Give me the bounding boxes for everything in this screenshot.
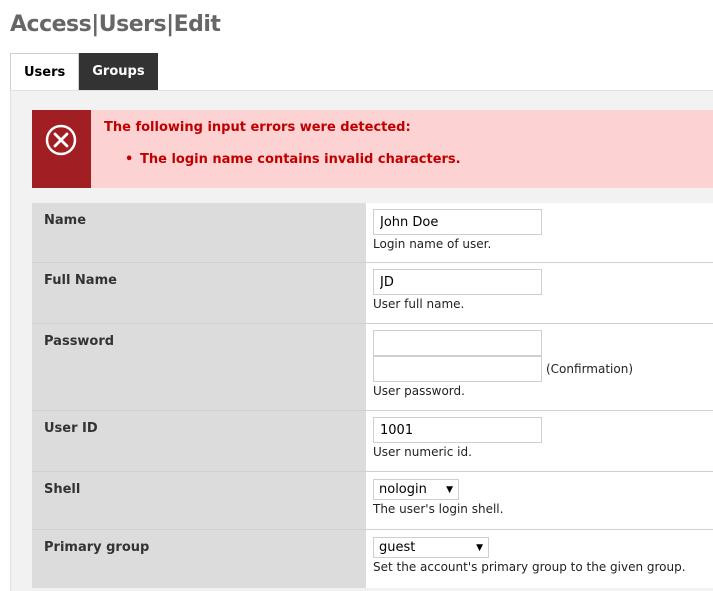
confirmation-label: (Confirmation) xyxy=(546,362,633,376)
page-title: Access|Users|Edit xyxy=(10,12,221,37)
shell-select[interactable]: nologin ▼ xyxy=(373,479,459,500)
shell-field-cell: nologin ▼ The user's login shell. xyxy=(366,472,713,529)
error-icon-container xyxy=(32,110,91,188)
full-name-hint: User full name. xyxy=(373,297,465,311)
full-name-field-cell: User full name. xyxy=(366,263,713,323)
primary-group-field-cell: guest ▼ Set the account's primary group … xyxy=(366,530,713,588)
name-hint: Login name of user. xyxy=(373,237,492,251)
shell-selected-value: nologin xyxy=(379,482,427,497)
user-form: Name Login name of user. Full Name User … xyxy=(32,203,713,588)
full-name-label: Full Name xyxy=(32,263,366,323)
user-id-input[interactable] xyxy=(373,417,542,443)
name-input[interactable] xyxy=(373,209,542,235)
password-label: Password xyxy=(32,324,366,410)
error-title: The following input errors were detected… xyxy=(104,120,411,135)
shell-hint: The user's login shell. xyxy=(373,502,504,516)
error-list: The login name contains invalid characte… xyxy=(125,152,461,167)
primary-group-hint: Set the account's primary group to the g… xyxy=(373,560,686,574)
password-confirm-row: (Confirmation) xyxy=(373,356,706,382)
user-id-field-cell: User numeric id. xyxy=(366,411,713,471)
tab-groups[interactable]: Groups xyxy=(79,53,158,90)
form-row-password: Password (Confirmation) User password. xyxy=(32,324,713,411)
form-row-full-name: Full Name User full name. xyxy=(32,263,713,324)
name-field-cell: Login name of user. xyxy=(366,203,713,262)
tab-bar: Users Groups xyxy=(10,53,158,91)
error-circle-x-icon xyxy=(45,124,77,156)
password-input[interactable] xyxy=(373,330,542,356)
user-id-hint: User numeric id. xyxy=(373,445,472,459)
error-message-box: The following input errors were detected… xyxy=(32,110,713,188)
form-row-primary-group: Primary group guest ▼ Set the account's … xyxy=(32,530,713,588)
name-label: Name xyxy=(32,203,366,262)
shell-label: Shell xyxy=(32,472,366,529)
primary-group-select[interactable]: guest ▼ xyxy=(373,537,489,558)
form-row-user-id: User ID User numeric id. xyxy=(32,411,713,472)
form-row-shell: Shell nologin ▼ The user's login shell. xyxy=(32,472,713,530)
user-id-label: User ID xyxy=(32,411,366,471)
form-row-name: Name Login name of user. xyxy=(32,203,713,263)
chevron-down-icon: ▼ xyxy=(476,542,483,553)
primary-group-label: Primary group xyxy=(32,530,366,588)
full-name-input[interactable] xyxy=(373,269,542,295)
password-hint: User password. xyxy=(373,384,465,398)
password-field-cell: (Confirmation) User password. xyxy=(366,324,713,410)
password-confirm-input[interactable] xyxy=(373,356,542,382)
error-item: The login name contains invalid characte… xyxy=(125,152,461,167)
tab-users[interactable]: Users xyxy=(10,53,80,91)
primary-group-selected-value: guest xyxy=(379,540,416,555)
chevron-down-icon: ▼ xyxy=(446,484,453,495)
